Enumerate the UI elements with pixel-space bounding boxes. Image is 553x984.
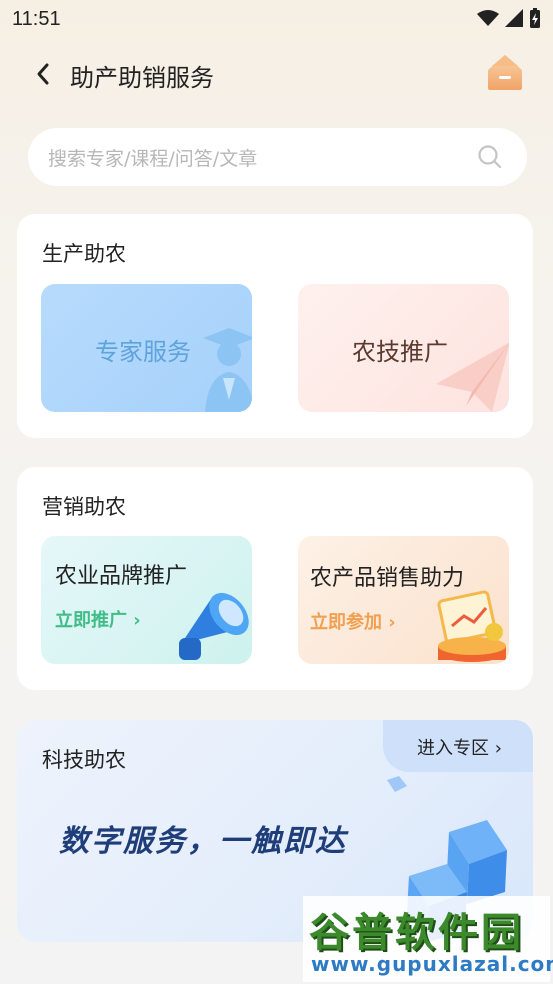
status-time: 11:51 [12,8,61,30]
enter-zone-label: 进入专区 › [417,738,502,759]
status-icons [477,8,541,28]
search-input[interactable]: 搜索专家/课程/问答/文章 [48,144,257,171]
sales-support-tile[interactable]: 农产品销售助力 立即参加 › [298,536,509,664]
wifi-icon [477,10,499,26]
watermark-url: www.gupuxlazal.com [311,952,553,976]
sales-chart-icon [437,590,506,662]
production-title: 生产助农 [42,242,126,266]
top-header: 助产助销服务 [0,46,553,104]
expert-service-tile[interactable]: 专家服务 [41,284,252,412]
status-bar: 11:51 [0,0,553,38]
join-now-link[interactable]: 立即参加 › [310,608,396,634]
battery-icon [530,8,540,28]
search-bar[interactable]: 搜索专家/课程/问答/文章 [28,128,527,186]
marketing-title: 营销助农 [42,495,126,519]
tech-title: 科技助农 [42,748,126,772]
enter-zone-button[interactable]: 进入专区 › [383,720,533,772]
signal-icon [505,9,523,27]
back-arrow-icon[interactable] [30,58,58,90]
expert-service-label: 专家服务 [95,338,191,366]
page-title: 助产助销服务 [70,64,214,92]
watermark: 谷普软件园 www.gupuxlazal.com [303,896,553,982]
brand-promotion-tile[interactable]: 农业品牌推广 立即推广 › [41,536,252,664]
megaphone-icon [179,592,249,660]
home-icon[interactable] [484,50,526,92]
tech-slogan: 数字服务，一触即达 [59,824,347,859]
graduate-icon [203,328,252,412]
promote-now-link[interactable]: 立即推广 › [55,606,141,632]
watermark-name: 谷普软件园 [309,910,524,956]
search-icon[interactable] [477,144,503,170]
agri-tech-tile[interactable]: 农技推广 [298,284,509,412]
agri-tech-label: 农技推广 [352,338,448,366]
marketing-card: 营销助农 农业品牌推广 立即推广 › 农产品销售助力 立即参加 › [17,467,533,690]
production-card: 生产助农 专家服务 农技推广 [17,214,533,438]
paper-plane-icon [436,342,509,412]
brand-promotion-label: 农业品牌推广 [55,564,188,589]
